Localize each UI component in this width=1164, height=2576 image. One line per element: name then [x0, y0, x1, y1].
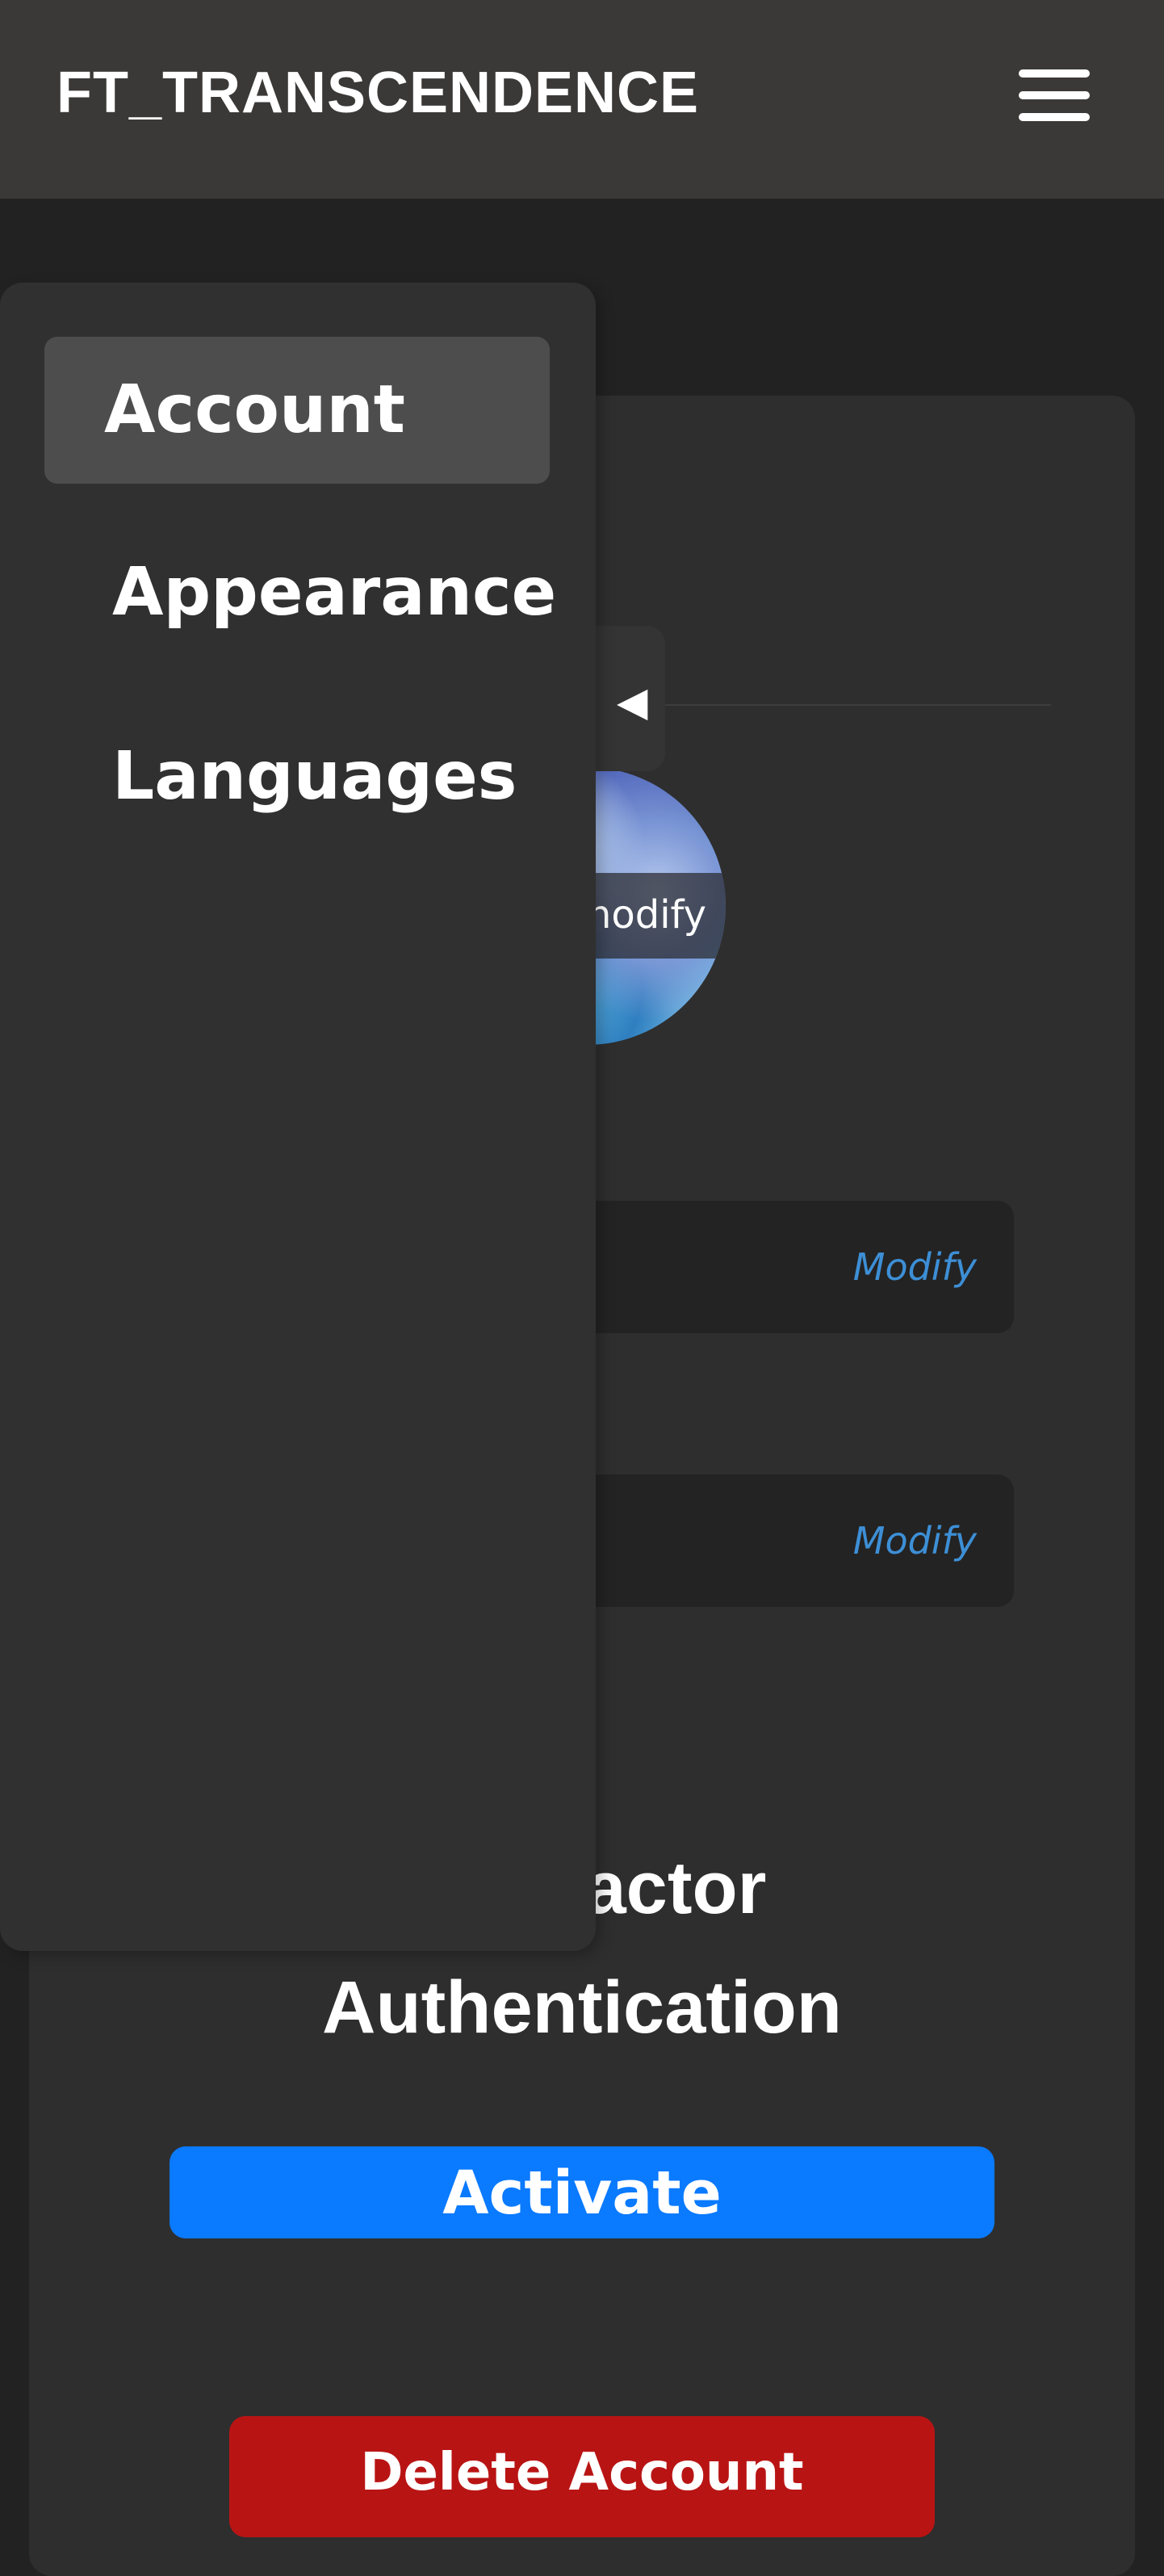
hamburger-menu-icon[interactable]	[1014, 65, 1095, 126]
brand-title[interactable]: FT_TRANSCENDENCE	[57, 57, 699, 129]
modify-email-link[interactable]: Modify	[853, 1515, 977, 1567]
settings-sidebar: Account Appearance Languages	[0, 283, 596, 1951]
hamburger-bar	[1019, 113, 1090, 121]
sidebar-item-languages[interactable]: Languages	[44, 703, 550, 850]
activate-2fa-button[interactable]: Activate	[170, 2146, 994, 2238]
delete-account-button[interactable]: Delete Account	[229, 2416, 935, 2537]
hamburger-bar	[1019, 69, 1090, 78]
modify-username-link[interactable]: Modify	[853, 1241, 977, 1293]
sidebar-item-appearance[interactable]: Appearance	[44, 519, 556, 666]
sidebar-item-account[interactable]: Account	[44, 337, 550, 484]
hamburger-bar	[1019, 91, 1090, 99]
top-navbar: FT_TRANSCENDENCE	[0, 0, 1164, 199]
two-factor-heading-line2: Authentication	[322, 1966, 842, 2049]
collapse-left-icon: ◀	[617, 678, 648, 725]
